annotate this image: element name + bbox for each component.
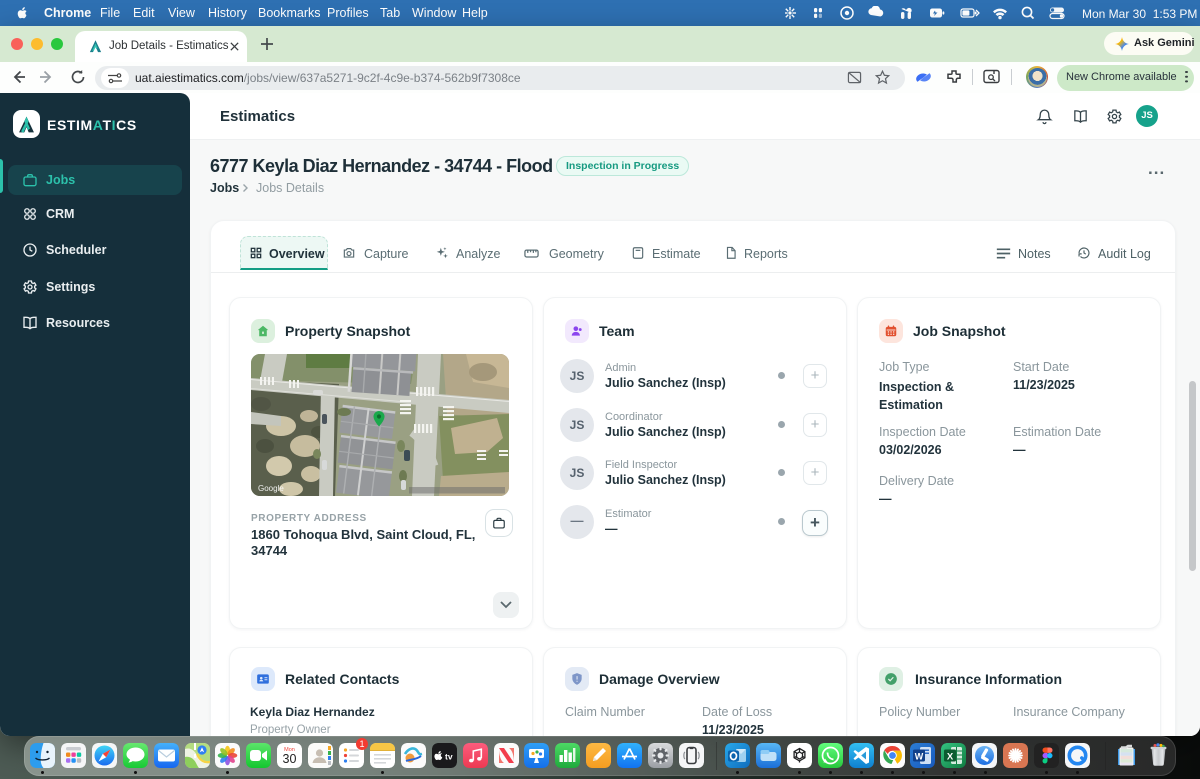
svg-text:30: 30: [283, 752, 297, 766]
svg-text:tv: tv: [445, 752, 453, 762]
svg-text:X: X: [947, 752, 954, 763]
svg-text:W: W: [915, 752, 924, 762]
svg-text:Google: Google: [258, 484, 284, 493]
